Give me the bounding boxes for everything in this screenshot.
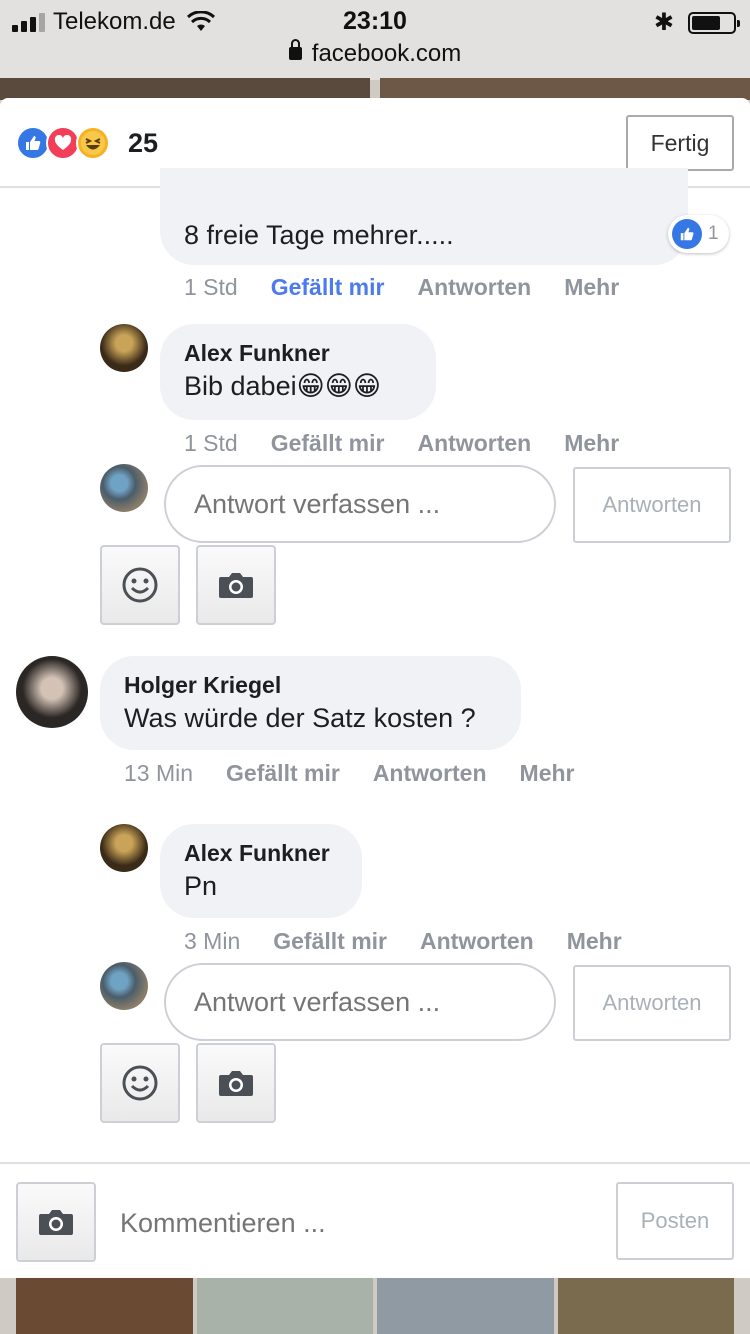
author-name[interactable]: Alex Funkner bbox=[184, 840, 338, 867]
battery-level bbox=[692, 15, 720, 30]
reply-link[interactable]: Antworten bbox=[417, 274, 531, 301]
comment-text: Bib dabei😁😁😁 bbox=[184, 371, 382, 401]
comment-bubble[interactable]: Alex Funkner Bib dabei😁😁😁 bbox=[160, 324, 436, 420]
background-photo bbox=[196, 1278, 373, 1334]
lock-icon bbox=[288, 39, 302, 60]
bluetooth-icon: ✱ bbox=[653, 9, 674, 36]
avatar bbox=[100, 962, 148, 1010]
avatar[interactable] bbox=[100, 824, 148, 872]
comment-input[interactable] bbox=[120, 1208, 474, 1239]
background-photos bbox=[0, 1278, 750, 1334]
more-link[interactable]: Mehr bbox=[567, 928, 622, 955]
comment-text: Pn bbox=[184, 871, 218, 901]
comment-composer: Posten bbox=[0, 1162, 750, 1278]
like-link[interactable]: Gefällt mir bbox=[271, 274, 385, 301]
reply-input[interactable] bbox=[164, 465, 556, 543]
comment-bubble[interactable]: 8 freie Tage mehrer..... bbox=[160, 168, 688, 265]
smiley-icon bbox=[122, 1065, 158, 1101]
camera-icon bbox=[219, 573, 253, 598]
more-link[interactable]: Mehr bbox=[564, 430, 619, 457]
comment-actions: 3 Min Gefällt mir Antworten Mehr bbox=[184, 928, 655, 955]
like-count: 1 bbox=[708, 223, 719, 244]
comment-time: 3 Min bbox=[184, 928, 241, 954]
post-button[interactable]: Posten bbox=[616, 1182, 734, 1260]
comment-actions: 1 Std Gefällt mir Antworten Mehr bbox=[184, 430, 652, 457]
more-link[interactable]: Mehr bbox=[520, 760, 575, 787]
reaction-count[interactable]: 25 bbox=[128, 128, 158, 159]
background-photo bbox=[16, 1278, 193, 1334]
reply-button[interactable]: Antworten bbox=[573, 965, 731, 1041]
background-photo bbox=[380, 78, 750, 100]
avatar[interactable] bbox=[16, 656, 88, 728]
clock: 23:10 bbox=[343, 7, 407, 35]
photo-button[interactable] bbox=[196, 545, 276, 625]
status-bar: Telekom.de 23:10 facebook.com ✱ bbox=[0, 0, 750, 80]
comment-text: Was würde der Satz kosten ? bbox=[124, 703, 476, 733]
comment-time: 13 Min bbox=[124, 760, 194, 786]
comment-actions: 1 Std Gefällt mir Antworten Mehr bbox=[184, 274, 652, 301]
haha-icon bbox=[76, 126, 110, 160]
reaction-icons[interactable] bbox=[16, 126, 110, 160]
author-name[interactable]: Holger Kriegel bbox=[124, 672, 497, 699]
like-link[interactable]: Gefällt mir bbox=[226, 760, 340, 787]
avatar bbox=[100, 464, 148, 512]
reply-input[interactable] bbox=[164, 963, 556, 1041]
reply-link[interactable]: Antworten bbox=[373, 760, 487, 787]
like-count-badge[interactable]: 1 bbox=[668, 215, 729, 253]
comment-time: 1 Std bbox=[184, 274, 238, 300]
comments-sheet: 25 Fertig 8 freie Tage mehrer..... 1 1 S… bbox=[0, 98, 750, 1278]
battery-icon bbox=[688, 11, 740, 34]
like-link[interactable]: Gefällt mir bbox=[271, 430, 385, 457]
like-icon bbox=[16, 126, 50, 160]
more-link[interactable]: Mehr bbox=[564, 274, 619, 301]
comment-bubble[interactable]: Alex Funkner Pn bbox=[160, 824, 362, 918]
done-button[interactable]: Fertig bbox=[626, 115, 734, 171]
camera-icon bbox=[219, 1071, 253, 1096]
like-icon bbox=[672, 219, 702, 249]
reply-link[interactable]: Antworten bbox=[417, 430, 531, 457]
photo-button[interactable] bbox=[16, 1182, 96, 1262]
photo-button[interactable] bbox=[196, 1043, 276, 1123]
like-link[interactable]: Gefällt mir bbox=[273, 928, 387, 955]
address-bar[interactable]: facebook.com bbox=[0, 39, 750, 68]
emoji-button[interactable] bbox=[100, 1043, 180, 1123]
camera-icon bbox=[39, 1210, 73, 1235]
reply-button[interactable]: Antworten bbox=[573, 467, 731, 543]
status-right: ✱ bbox=[653, 8, 740, 37]
love-icon bbox=[46, 126, 80, 160]
background-photo bbox=[377, 1278, 554, 1334]
emoji-button[interactable] bbox=[100, 545, 180, 625]
comment-time: 1 Std bbox=[184, 430, 238, 456]
background-photo bbox=[557, 1278, 734, 1334]
url-text: facebook.com bbox=[311, 40, 462, 67]
comment-text: 8 freie Tage mehrer..... bbox=[184, 220, 454, 250]
smiley-icon bbox=[122, 567, 158, 603]
author-name[interactable]: Alex Funkner bbox=[184, 340, 412, 367]
reply-link[interactable]: Antworten bbox=[420, 928, 534, 955]
comment-bubble[interactable]: Holger Kriegel Was würde der Satz kosten… bbox=[100, 656, 521, 750]
comment-actions: 13 Min Gefällt mir Antworten Mehr bbox=[124, 760, 607, 787]
avatar[interactable] bbox=[100, 324, 148, 372]
background-photo bbox=[0, 78, 370, 100]
